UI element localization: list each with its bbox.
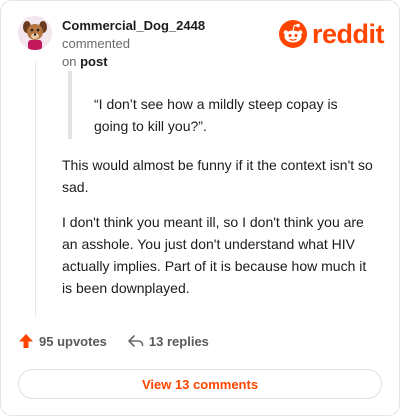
replies-button[interactable]: 13 replies bbox=[127, 334, 209, 349]
reddit-logo[interactable]: reddit bbox=[279, 18, 385, 50]
quote-block: “I don’t see how a mildly steep copay is… bbox=[68, 71, 372, 139]
reply-count: 13 replies bbox=[148, 333, 209, 349]
post-link[interactable]: post bbox=[80, 54, 107, 69]
comment-card: Commercial_Dog_2448 commented on post re… bbox=[0, 0, 400, 416]
quote-text: “I don’t see how a mildly steep copay is… bbox=[94, 96, 338, 134]
comment-paragraph-1: This would almost be funny if it the con… bbox=[62, 157, 373, 195]
commented-label: commented bbox=[62, 36, 130, 51]
upvote-arrow-icon bbox=[19, 334, 33, 348]
reddit-snoo-icon bbox=[279, 20, 307, 48]
reddit-wordmark: reddit bbox=[312, 19, 385, 49]
username[interactable]: Commercial_Dog_2448 bbox=[62, 18, 205, 33]
reply-arrow-icon bbox=[128, 335, 144, 347]
thread-line bbox=[35, 61, 36, 316]
dog-avatar-icon bbox=[18, 16, 52, 50]
upvote-count: 95 upvotes bbox=[39, 333, 107, 349]
comment-paragraph-2: I don't think you meant ill, so I don't … bbox=[62, 214, 367, 296]
comment-actions: 95 upvotes 13 replies bbox=[18, 333, 209, 349]
upvote-button[interactable]: 95 upvotes bbox=[18, 333, 107, 349]
comment-header: Commercial_Dog_2448 commented on post bbox=[62, 17, 272, 71]
on-label: on bbox=[62, 54, 77, 69]
view-comments-button[interactable]: View 13 comments bbox=[18, 369, 382, 399]
avatar[interactable] bbox=[18, 16, 52, 50]
